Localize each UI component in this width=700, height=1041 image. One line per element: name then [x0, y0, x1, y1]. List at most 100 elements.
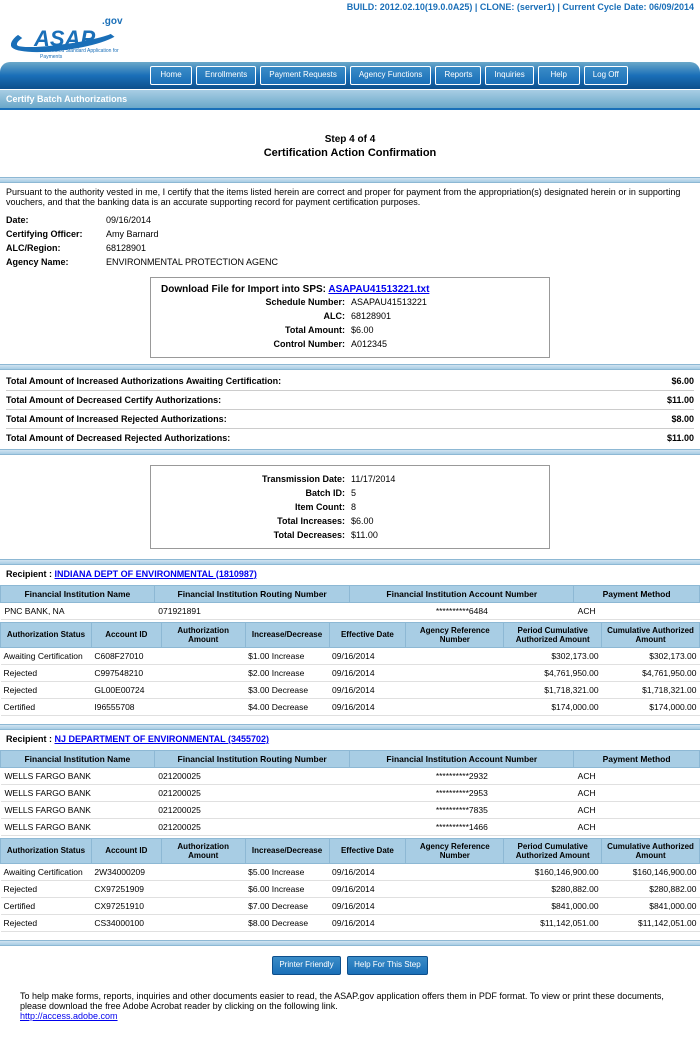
auth-table: Authorization StatusAccount IDAuthorizat… — [0, 838, 700, 932]
printer-friendly-button[interactable]: Printer Friendly — [272, 956, 340, 975]
fi-cell: WELLS FARGO BANK — [1, 767, 155, 784]
trans-date-value: 11/17/2014 — [351, 474, 395, 484]
tot-dec-cert-label: Total Amount of Decreased Certify Author… — [6, 395, 221, 405]
auth-cell: 2W34000209 — [91, 863, 161, 880]
auth-cell: $160,146,900.00 — [504, 863, 602, 880]
auth-cell: Certified — [1, 897, 92, 914]
auth-cell: $160,146,900.00 — [602, 863, 700, 880]
auth-cell: $302,173.00 — [602, 647, 700, 664]
auth-cell: $4.00 Decrease — [245, 698, 329, 715]
fi-header: Payment Method — [574, 750, 700, 767]
recipient-header: Recipient : INDIANA DEPT OF ENVIRONMENTA… — [0, 565, 700, 583]
adobe-link[interactable]: http://access.adobe.com — [20, 1011, 118, 1021]
fi-header: Financial Institution Routing Number — [154, 585, 350, 602]
schedule-number-label: Schedule Number: — [161, 297, 351, 307]
tot-dec-rej-label: Total Amount of Decreased Rejected Autho… — [6, 433, 230, 443]
auth-header: Authorization Amount — [161, 622, 245, 647]
fi-row: PNC BANK, NA071921891**********6484ACH — [1, 602, 700, 619]
nav-payment-requests[interactable]: Payment Requests — [260, 66, 346, 85]
auth-cell — [161, 681, 245, 698]
auth-cell: $2.00 Increase — [245, 664, 329, 681]
auth-cell — [161, 863, 245, 880]
footer-text: To help make forms, reports, inquiries a… — [20, 991, 664, 1011]
fi-cell: **********6484 — [350, 602, 574, 619]
auth-cell — [161, 880, 245, 897]
action-buttons: Printer Friendly Help For This Step — [0, 946, 700, 985]
auth-row: CertifiedI96555708$4.00 Decrease09/16/20… — [1, 698, 700, 715]
dl-alc-label: ALC: — [161, 311, 351, 321]
auth-cell: Rejected — [1, 914, 92, 931]
auth-cell: $11,142,051.00 — [602, 914, 700, 931]
auth-header: Account ID — [91, 622, 161, 647]
auth-header: Increase/Decrease — [245, 838, 329, 863]
logo-area: ASAP .gov Automated Standard Application… — [0, 14, 700, 58]
fi-row: WELLS FARGO BANK021200025**********1466A… — [1, 818, 700, 835]
auth-cell — [161, 914, 245, 931]
auth-cell: $1.00 Increase — [245, 647, 329, 664]
auth-cell: 09/16/2014 — [329, 698, 406, 715]
auth-cell: 09/16/2014 — [329, 681, 406, 698]
auth-cell: $1,718,321.00 — [602, 681, 700, 698]
tot-inc-await-label: Total Amount of Increased Authorizations… — [6, 376, 281, 386]
total-increases-value: $6.00 — [351, 516, 374, 526]
auth-cell: 09/16/2014 — [329, 914, 406, 931]
auth-row: RejectedC997548210$2.00 Increase09/16/20… — [1, 664, 700, 681]
logo-gov-suffix: .gov — [102, 16, 123, 27]
auth-cell: $5.00 Increase — [245, 863, 329, 880]
auth-row: RejectedCS34000100$8.00 Decrease09/16/20… — [1, 914, 700, 931]
nav-logoff[interactable]: Log Off — [584, 66, 628, 85]
auth-cell — [161, 897, 245, 914]
recipient-link[interactable]: INDIANA DEPT OF ENVIRONMENTAL (1810987) — [55, 569, 257, 579]
fi-cell: ACH — [574, 784, 700, 801]
auth-header: Effective Date — [329, 622, 406, 647]
item-count-label: Item Count: — [161, 502, 351, 512]
alc-label: ALC/Region: — [6, 243, 106, 253]
agency-value: ENVIRONMENTAL PROTECTION AGENC — [106, 257, 278, 267]
control-number-value: A012345 — [351, 339, 387, 349]
download-file-link[interactable]: ASAPAU41513221.txt — [328, 284, 429, 295]
auth-cell: CS34000100 — [91, 914, 161, 931]
build-info: BUILD: 2012.02.10(19.0.0A25) | CLONE: (s… — [0, 0, 700, 14]
date-label: Date: — [6, 215, 106, 225]
auth-cell — [406, 681, 504, 698]
nav-enrollments[interactable]: Enrollments — [196, 66, 256, 85]
auth-cell: CX97251910 — [91, 897, 161, 914]
auth-header: Effective Date — [329, 838, 406, 863]
auth-cell: $4,761,950.00 — [602, 664, 700, 681]
auth-row: RejectedCX97251909$6.00 Increase09/16/20… — [1, 880, 700, 897]
step-indicator: Step 4 of 4 — [0, 134, 700, 145]
auth-header: Account ID — [91, 838, 161, 863]
fi-cell: 021200025 — [154, 784, 350, 801]
auth-cell: Rejected — [1, 681, 92, 698]
auth-cell: I96555708 — [91, 698, 161, 715]
download-title-prefix: Download File for Import into SPS: — [161, 284, 326, 295]
nav-inquiries[interactable]: Inquiries — [485, 66, 533, 85]
auth-cell: Rejected — [1, 664, 92, 681]
auth-cell: $3.00 Decrease — [245, 681, 329, 698]
fi-header: Payment Method — [574, 585, 700, 602]
help-step-button[interactable]: Help For This Step — [347, 956, 428, 975]
nav-home[interactable]: Home — [150, 66, 192, 85]
fi-cell: 071921891 — [154, 602, 350, 619]
recipient-link[interactable]: NJ DEPARTMENT OF ENVIRONMENTAL (3455702) — [55, 734, 270, 744]
auth-cell — [161, 664, 245, 681]
auth-row: RejectedGL00E00724$3.00 Decrease09/16/20… — [1, 681, 700, 698]
fi-cell: ACH — [574, 818, 700, 835]
auth-header: Cumulative Authorized Amount — [602, 622, 700, 647]
auth-cell: $280,882.00 — [504, 880, 602, 897]
auth-header: Period Cumulative Authorized Amount — [504, 622, 602, 647]
total-amount-value: $6.00 — [351, 325, 374, 335]
fi-row: WELLS FARGO BANK021200025**********7835A… — [1, 801, 700, 818]
auth-header: Authorization Status — [1, 622, 92, 647]
tot-inc-rej-value: $8.00 — [671, 414, 694, 424]
tot-inc-await-value: $6.00 — [671, 376, 694, 386]
fi-header: Financial Institution Routing Number — [154, 750, 350, 767]
auth-header: Cumulative Authorized Amount — [602, 838, 700, 863]
nav-agency-functions[interactable]: Agency Functions — [350, 66, 432, 85]
header-details: Date:09/16/2014 Certifying Officer:Amy B… — [0, 211, 700, 271]
auth-cell: 09/16/2014 — [329, 647, 406, 664]
nav-help[interactable]: Help — [538, 66, 580, 85]
nav-reports[interactable]: Reports — [435, 66, 481, 85]
footer-note: To help make forms, reports, inquiries a… — [0, 985, 700, 1041]
fi-cell: **********2953 — [350, 784, 574, 801]
